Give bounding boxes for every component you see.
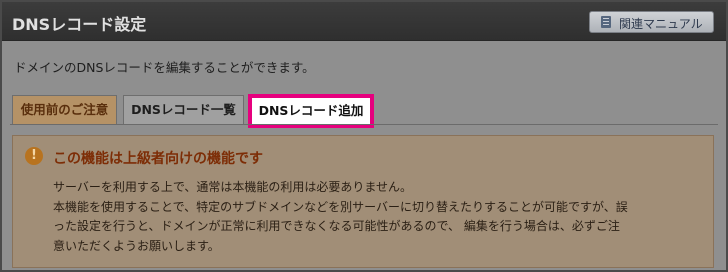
related-manual-label: 関連マニュアル — [619, 17, 703, 31]
related-manual-button[interactable]: 関連マニュアル — [589, 11, 714, 33]
exclamation-icon: ! — [25, 147, 43, 165]
notice-line: 本機能を使用することで、特定のサブドメインなどを別サーバーに切り替えたりすること… — [53, 199, 628, 214]
tab-add-dns-record[interactable]: DNSレコード追加 — [248, 94, 374, 128]
tab-dns-record-list[interactable]: DNSレコード一覧 — [123, 95, 244, 124]
notice-line: 意いただくようお願いします。 — [53, 238, 220, 253]
dns-settings-panel: DNSレコード設定 関連マニュアル ドメインのDNSレコードを編集することができ… — [0, 0, 728, 272]
notice-line: った設定を行うと、ドメインが正常に利用できなくなる可能性があるので、 編集を行う… — [53, 219, 620, 233]
page-description: ドメインのDNSレコードを編集することができます。 — [14, 60, 315, 75]
notice-body: サーバーを利用する上で、通常は本機能の利用は必要ありません。 本機能を使用するこ… — [53, 178, 713, 256]
warning-notice: ! この機能は上級者向けの機能です サーバーを利用する上で、通常は本機能の利用は… — [12, 135, 714, 268]
tab-divider — [10, 124, 718, 125]
tab-precautions[interactable]: 使用前のご注意 — [12, 95, 117, 124]
book-icon — [601, 16, 611, 28]
notice-line: サーバーを利用する上で、通常は本機能の利用は必要ありません。 — [53, 180, 413, 194]
notice-title: この機能は上級者向けの機能です — [53, 151, 263, 167]
panel-header: DNSレコード設定 関連マニュアル — [2, 2, 726, 41]
page-title: DNSレコード設定 — [12, 15, 147, 34]
